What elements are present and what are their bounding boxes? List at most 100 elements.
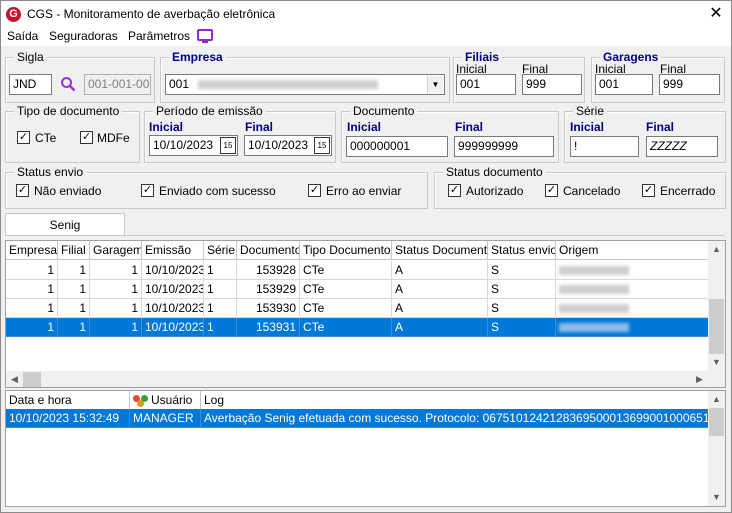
origem-redacted [559, 266, 629, 276]
scroll-thumb[interactable] [23, 372, 41, 387]
log-vertical-scrollbar[interactable]: ▲ ▼ [708, 391, 725, 506]
erro-enviar-label: Erro ao enviar [326, 184, 402, 198]
title-bar: G CGS - Monitoramento de averbação eletr… [1, 1, 731, 27]
scroll-up-icon[interactable]: ▲ [708, 241, 725, 258]
empresa-code: 001 [169, 77, 190, 91]
periodo-title: Período de emissão [153, 104, 266, 118]
col-usuario[interactable]: Usuário [130, 391, 201, 410]
scroll-up-icon[interactable]: ▲ [708, 391, 725, 408]
cell-garagem: 1 [90, 318, 142, 337]
origem-redacted [559, 323, 629, 333]
enviado-sucesso-label: Enviado com sucesso [159, 184, 276, 198]
filiais-inicial-input[interactable]: 001 [456, 74, 516, 95]
cell-empresa: 1 [6, 261, 58, 280]
cell-origem [556, 299, 711, 318]
serie-inicial-input[interactable]: ! [570, 136, 639, 157]
scroll-down-icon[interactable]: ▼ [708, 489, 725, 506]
garagens-final-input[interactable]: 999 [659, 74, 720, 95]
documento-inicial-input[interactable]: 000000001 [346, 136, 448, 157]
col-status-documento[interactable]: Status Documento [392, 241, 488, 260]
cte-checkbox[interactable]: ✓ [17, 131, 30, 144]
tab-senig[interactable]: Senig [5, 213, 125, 235]
menu-saida[interactable]: Saída [7, 29, 38, 43]
col-log[interactable]: Log [201, 391, 709, 410]
encerrado-checkbox[interactable]: ✓ [642, 184, 655, 197]
tipo-documento-title: Tipo de documento [14, 104, 123, 118]
scroll-thumb[interactable] [709, 299, 724, 354]
col-tipo-documento[interactable]: Tipo Documento [300, 241, 392, 260]
cell-emissao: 10/10/2023 [142, 299, 204, 318]
scroll-down-icon[interactable]: ▼ [708, 354, 725, 371]
autorizado-checkbox[interactable]: ✓ [448, 184, 461, 197]
col-documento[interactable]: Documento [237, 241, 300, 260]
col-serie[interactable]: Série [204, 241, 237, 260]
calendar-icon[interactable]: 15 [314, 137, 330, 154]
documento-final-input[interactable]: 999999999 [454, 136, 554, 157]
cell-filial: 1 [58, 299, 90, 318]
empresa-title: Empresa [169, 50, 226, 64]
col-empresa[interactable]: Empresa [6, 241, 58, 260]
cell-log: Averbação Senig efetuada com sucesso. Pr… [201, 409, 709, 428]
periodo-inicial-input[interactable]: 10/10/2023 15 [149, 135, 238, 156]
cancelado-checkbox[interactable]: ✓ [545, 184, 558, 197]
col-data-hora[interactable]: Data e hora [6, 391, 130, 410]
cell-empresa: 1 [6, 280, 58, 299]
scroll-left-icon[interactable]: ◀ [6, 371, 23, 387]
serie-inicial-label: Inicial [570, 120, 605, 134]
cell-origem [556, 280, 711, 299]
log-header: Data e hora Usuário Log [6, 391, 709, 410]
empresa-select[interactable]: 001 ▼ [165, 74, 445, 95]
col-status-envio[interactable]: Status envio [488, 241, 556, 260]
mdfe-label: MDFe [97, 131, 130, 145]
window-title: CGS - Monitoramento de averbação eletrôn… [27, 7, 276, 21]
cell-empresa: 1 [6, 318, 58, 337]
cell-filial: 1 [58, 261, 90, 280]
monitor-icon[interactable] [197, 29, 213, 43]
cell-documento: 153931 [237, 318, 300, 337]
menu-seguradoras[interactable]: Seguradoras [49, 29, 118, 43]
cell-status-envio: S [488, 299, 556, 318]
enviado-sucesso-checkbox[interactable]: ✓ [141, 184, 154, 197]
table-row[interactable]: 1 1 1 10/10/2023 1 153930 CTe A S [6, 299, 711, 318]
menu-parametros[interactable]: Parâmetros [128, 29, 190, 43]
documento-inicial-label: Inicial [347, 120, 382, 134]
sigla-code-field: 001-001-001 [84, 74, 151, 95]
calendar-icon[interactable]: 15 [220, 137, 236, 154]
periodo-inicial-label: Inicial [149, 120, 184, 134]
cell-documento: 153929 [237, 280, 300, 299]
cell-garagem: 1 [90, 280, 142, 299]
scroll-thumb[interactable] [709, 408, 724, 436]
table-row[interactable]: 1 1 1 10/10/2023 1 153928 CTe A S [6, 261, 711, 280]
close-icon[interactable]: ✕ [705, 4, 727, 24]
serie-final-input[interactable]: ZZZZZ [646, 136, 718, 157]
search-icon[interactable] [60, 76, 76, 92]
cell-tipo-documento: CTe [300, 318, 392, 337]
chevron-down-icon[interactable]: ▼ [427, 76, 443, 93]
log-row[interactable]: 10/10/2023 15:32:49 MANAGER Averbação Se… [6, 409, 709, 428]
col-garagem[interactable]: Garagem [90, 241, 142, 260]
periodo-final-input[interactable]: 10/10/2023 15 [244, 135, 332, 156]
scroll-right-icon[interactable]: ▶ [691, 371, 708, 387]
garagens-inicial-input[interactable]: 001 [595, 74, 653, 95]
cell-status-documento: A [392, 299, 488, 318]
cell-status-documento: A [392, 280, 488, 299]
table-row[interactable]: 1 1 1 10/10/2023 1 153929 CTe A S [6, 280, 711, 299]
mdfe-checkbox[interactable]: ✓ [80, 131, 93, 144]
table-row-selected[interactable]: 1 1 1 10/10/2023 1 153931 CTe A S [6, 318, 711, 337]
sigla-input[interactable]: JND [9, 74, 52, 95]
documento-final-label: Final [455, 120, 484, 134]
col-usuario-label: Usuário [151, 393, 193, 407]
cell-emissao: 10/10/2023 [142, 318, 204, 337]
grid-vertical-scrollbar[interactable]: ▲ ▼ [708, 241, 725, 371]
nao-enviado-label: Não enviado [34, 184, 102, 198]
erro-enviar-checkbox[interactable]: ✓ [308, 184, 321, 197]
cell-filial: 1 [58, 318, 90, 337]
col-origem[interactable]: Origem [556, 241, 711, 260]
nao-enviado-checkbox[interactable]: ✓ [16, 184, 29, 197]
col-filial[interactable]: Filial [58, 241, 90, 260]
col-emissao[interactable]: Emissão [142, 241, 204, 260]
cell-serie: 1 [204, 318, 237, 337]
grid-horizontal-scrollbar[interactable]: ◀ ▶ [6, 371, 725, 387]
filiais-final-input[interactable]: 999 [522, 74, 582, 95]
cell-status-documento: A [392, 261, 488, 280]
